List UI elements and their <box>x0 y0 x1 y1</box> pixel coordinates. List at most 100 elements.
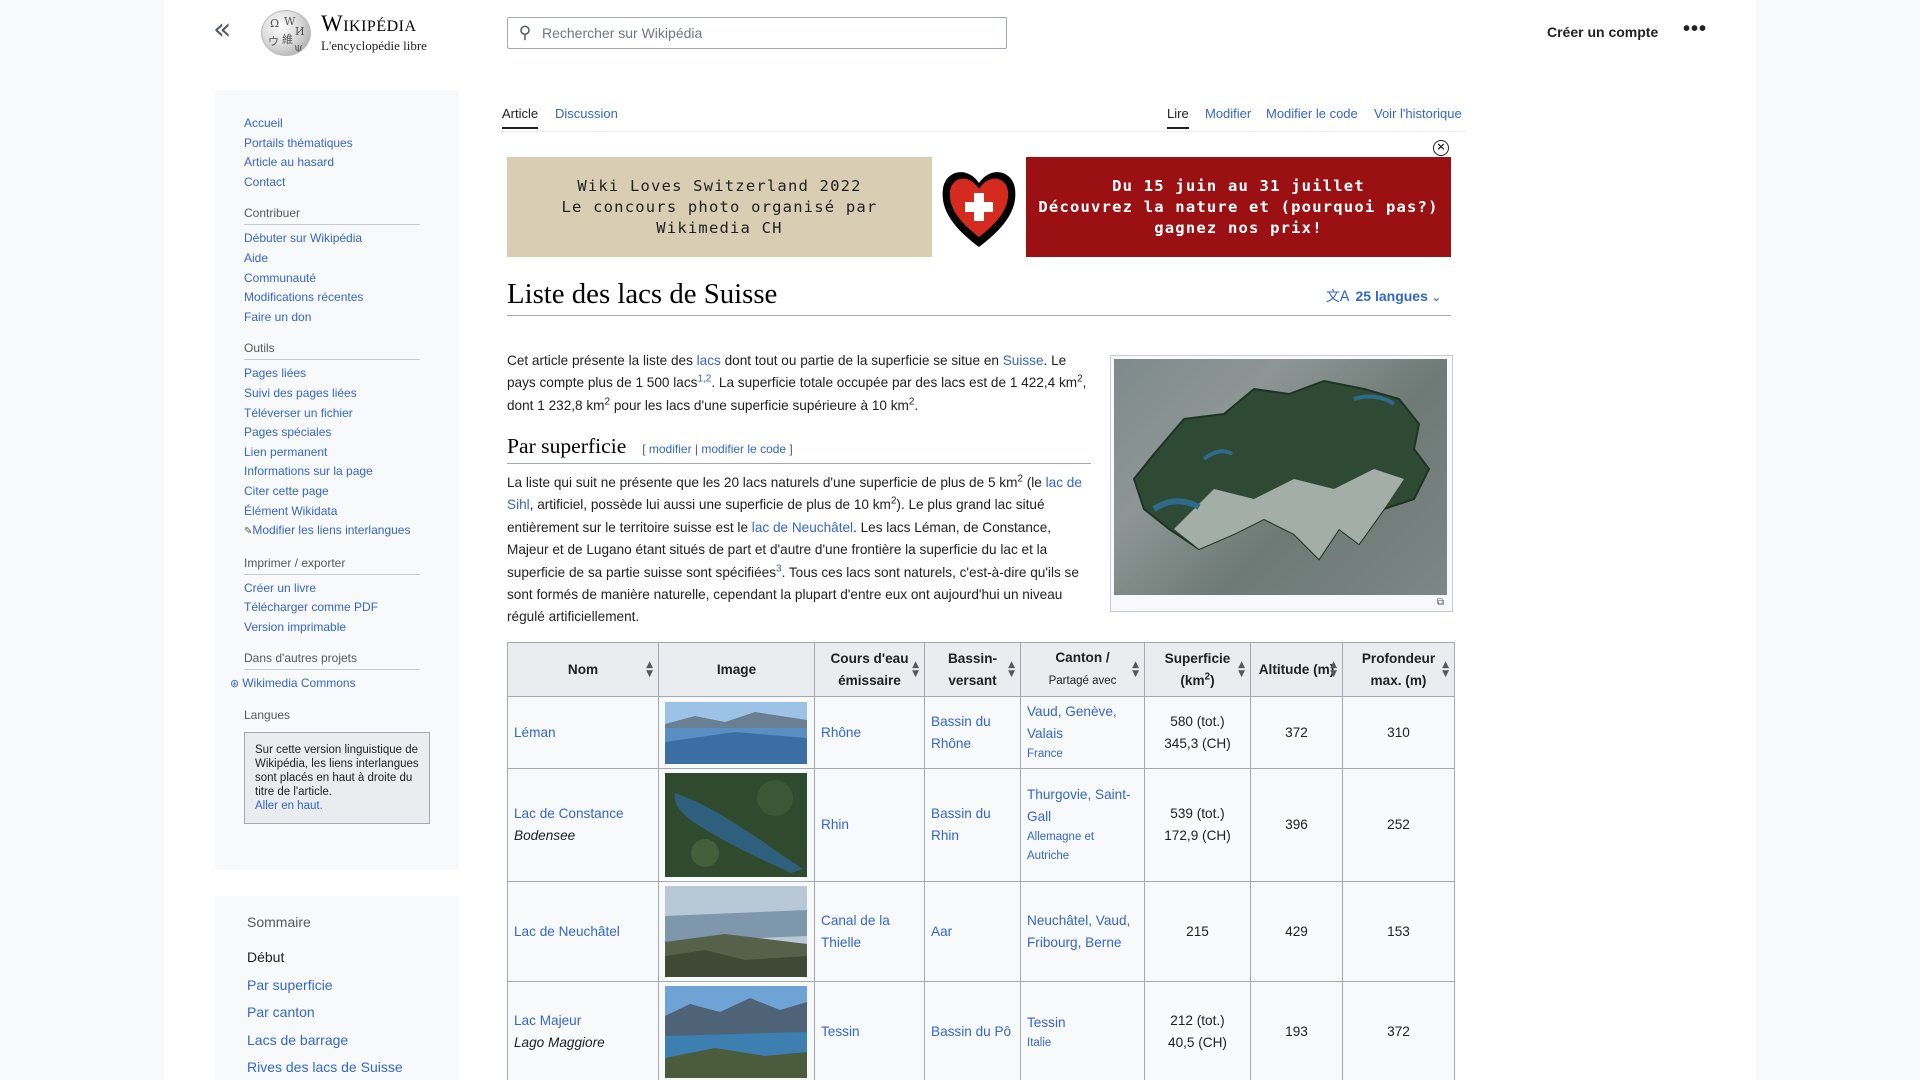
sidebar-item-permanent[interactable]: Lien permanent <box>244 443 420 463</box>
basin-link[interactable]: Bassin du Rhin <box>931 806 991 843</box>
langs-note-text: Sur cette version linguistique de Wikipé… <box>255 744 419 799</box>
section-edit-code-link[interactable]: modifier le code <box>701 442 786 456</box>
sidebar-item-communaute[interactable]: Communauté <box>244 269 420 289</box>
sidebar-item-don[interactable]: Faire un don <box>244 308 420 328</box>
tab-lire[interactable]: Lire <box>1167 106 1189 129</box>
tab-modifier-code[interactable]: Modifier le code <box>1266 106 1358 127</box>
campaign-banner[interactable]: Wiki Loves Switzerland 2022 Le concours … <box>507 157 1451 257</box>
table-row: Lac de Neuchâtel Canal de la Thielle Aar… <box>507 881 1455 982</box>
tab-article[interactable]: Article <box>502 106 539 129</box>
sidebar-heading-projets: Dans d'autres projets <box>244 651 420 671</box>
col-bassin[interactable]: Bassin-versant ▲ ▼ <box>924 642 1021 697</box>
section-edit-links: [ modifier | modifier le code ] <box>642 442 793 456</box>
sidebar-item-modifications[interactable]: Modifications récentes <box>244 288 420 308</box>
col-cours[interactable]: Cours d'eau émissaire ▲ ▼ <box>814 642 925 697</box>
sidebar-item-contact[interactable]: Contact <box>244 173 420 193</box>
link-lacs[interactable]: lacs <box>697 353 721 368</box>
ref-1-2[interactable]: 1,2 <box>697 374 711 385</box>
sort-icon: ▲ ▼ <box>1132 659 1139 679</box>
close-banner-icon[interactable]: × <box>1433 140 1449 156</box>
ref-3[interactable]: 3 <box>776 563 782 574</box>
lake-photo[interactable] <box>665 773 807 877</box>
col-superficie[interactable]: Superficie (km2) ▲ ▼ <box>1144 642 1251 697</box>
canton-links[interactable]: Thurgovie, Saint-Gall <box>1027 787 1131 824</box>
search-input[interactable] <box>542 25 982 41</box>
shared-country-link[interactable]: Allemagne et Autriche <box>1027 828 1138 866</box>
wikipedia-logo[interactable]: ΩWИ ウ維ψ Wikipédia L'encyclopédie libre <box>261 10 427 56</box>
sidebar-item-pages-liees[interactable]: Pages liées <box>244 364 420 384</box>
sidebar-item-wikidata[interactable]: Élément Wikidata <box>244 502 420 522</box>
sidebar-item-speciales[interactable]: Pages spéciales <box>244 423 420 443</box>
col-altitude[interactable]: Altitude (m) ▲ ▼ <box>1250 642 1343 697</box>
sidebar-item-interlangues[interactable]: ✎Modifier les liens interlangues <box>244 521 420 542</box>
sidebar-item-informations[interactable]: Informations sur la page <box>244 462 420 482</box>
shared-country-link[interactable]: Italie <box>1027 1034 1138 1053</box>
col-cours-label: Cours d'eau émissaire <box>830 650 909 688</box>
tab-modifier[interactable]: Modifier <box>1205 106 1251 127</box>
toc-item-debut[interactable]: Début <box>247 944 459 972</box>
more-options-icon[interactable]: ••• <box>1683 18 1707 41</box>
tab-historique[interactable]: Voir l'historique <box>1374 106 1462 127</box>
switzerland-satellite-thumbnail[interactable]: ⧉ <box>1110 355 1453 612</box>
lake-photo[interactable] <box>665 986 807 1078</box>
collapse-menu-icon[interactable]: « <box>213 15 239 45</box>
lake-photo[interactable] <box>665 886 807 977</box>
shared-country-link[interactable]: France <box>1027 745 1138 764</box>
emissary-link[interactable]: Tessin <box>821 1024 860 1039</box>
tab-discussion[interactable]: Discussion <box>555 106 618 127</box>
sort-icon: ▲ ▼ <box>1330 659 1337 679</box>
toc-item-superficie[interactable]: Par superficie <box>247 972 459 1000</box>
table-row: Lac de Constance Bodensee Rhin Bassin du … <box>507 768 1455 882</box>
search-box[interactable]: ⚲ <box>507 17 1007 49</box>
col-nom[interactable]: Nom ▲ ▼ <box>507 642 659 697</box>
lake-name-link[interactable]: Lac de Neuchâtel <box>514 924 620 939</box>
emissary-link[interactable]: Rhône <box>821 725 861 740</box>
lake-photo[interactable] <box>665 701 807 764</box>
sidebar-item-pdf[interactable]: Télécharger comme PDF <box>244 598 420 618</box>
lake-name-link[interactable]: Léman <box>514 725 556 740</box>
sidebar-item-portails[interactable]: Portails thématiques <box>244 134 420 154</box>
page-title: Liste des lacs de Suisse <box>507 278 778 310</box>
sidebar-item-imprimable[interactable]: Version imprimable <box>244 618 420 638</box>
toc-item-canton[interactable]: Par canton <box>247 999 459 1027</box>
col-profondeur[interactable]: Profondeur max. (m) ▲ ▼ <box>1342 642 1455 697</box>
sidebar-item-interlangues-label: Modifier les liens interlangues <box>252 523 411 538</box>
canton-links[interactable]: Tessin <box>1027 1015 1066 1030</box>
link-lac-sihl[interactable]: lac de Sihl <box>507 475 1082 512</box>
basin-link[interactable]: Bassin du Rhône <box>931 714 991 751</box>
sidebar-item-hasard[interactable]: Article au hasard <box>244 153 420 173</box>
depth-value: 252 <box>1342 768 1455 882</box>
banner-left-line1: Wiki Loves Switzerland 2022 <box>577 176 862 195</box>
basin-link[interactable]: Aar <box>931 924 952 939</box>
banner-right-line3: gagnez nos prix! <box>1154 218 1323 237</box>
sidebar-item-suivi[interactable]: Suivi des pages liées <box>244 384 420 404</box>
toc-item-barrage[interactable]: Lacs de barrage <box>247 1027 459 1055</box>
sidebar-item-televerser[interactable]: Téléverser un fichier <box>244 404 420 424</box>
lake-name-link[interactable]: Lac de Constance <box>514 806 624 821</box>
sidebar-item-commons[interactable]: ⊛ Wikimedia Commons <box>230 674 420 694</box>
sidebar-item-aide[interactable]: Aide <box>244 249 420 269</box>
canton-links[interactable]: Vaud, Genève, Valais <box>1027 704 1117 741</box>
emissary-link[interactable]: Canal de la Thielle <box>821 913 890 950</box>
languages-button[interactable]: 文A 25 langues ⌄ <box>1326 286 1441 306</box>
link-suisse[interactable]: Suisse <box>1003 353 1044 368</box>
section-edit-link[interactable]: modifier <box>649 442 692 456</box>
lake-name-link[interactable]: Lac Majeur <box>514 1013 581 1028</box>
sidebar-item-accueil[interactable]: Accueil <box>244 114 420 134</box>
emissary-link[interactable]: Rhin <box>821 817 849 832</box>
link-lac-neuchatel[interactable]: lac de Neuchâtel <box>752 520 853 535</box>
languages-label: 25 langues <box>1355 288 1428 304</box>
col-canton[interactable]: Canton / Partagé avec ▲ ▼ <box>1020 642 1145 697</box>
create-account-link[interactable]: Créer un compte <box>1547 24 1658 40</box>
sidebar-item-livre[interactable]: Créer un livre <box>244 579 420 599</box>
canton-links[interactable]: Neuchâtel, Vaud, Fribourg, Berne <box>1027 913 1130 950</box>
basin-link[interactable]: Bassin du Pô <box>931 1024 1011 1039</box>
enlarge-icon[interactable]: ⧉ <box>1437 597 1444 608</box>
go-top-link[interactable]: Aller en haut. <box>255 800 323 812</box>
sidebar-item-citer[interactable]: Citer cette page <box>244 482 420 502</box>
toc-item-rives[interactable]: Rives des lacs de Suisse <box>247 1054 459 1080</box>
chevron-down-icon: ⌄ <box>1431 291 1441 304</box>
sort-icon: ▲ ▼ <box>646 659 653 679</box>
area-total: 212 (tot.) <box>1170 1013 1225 1028</box>
sidebar-item-debuter[interactable]: Débuter sur Wikipédia <box>244 229 420 249</box>
